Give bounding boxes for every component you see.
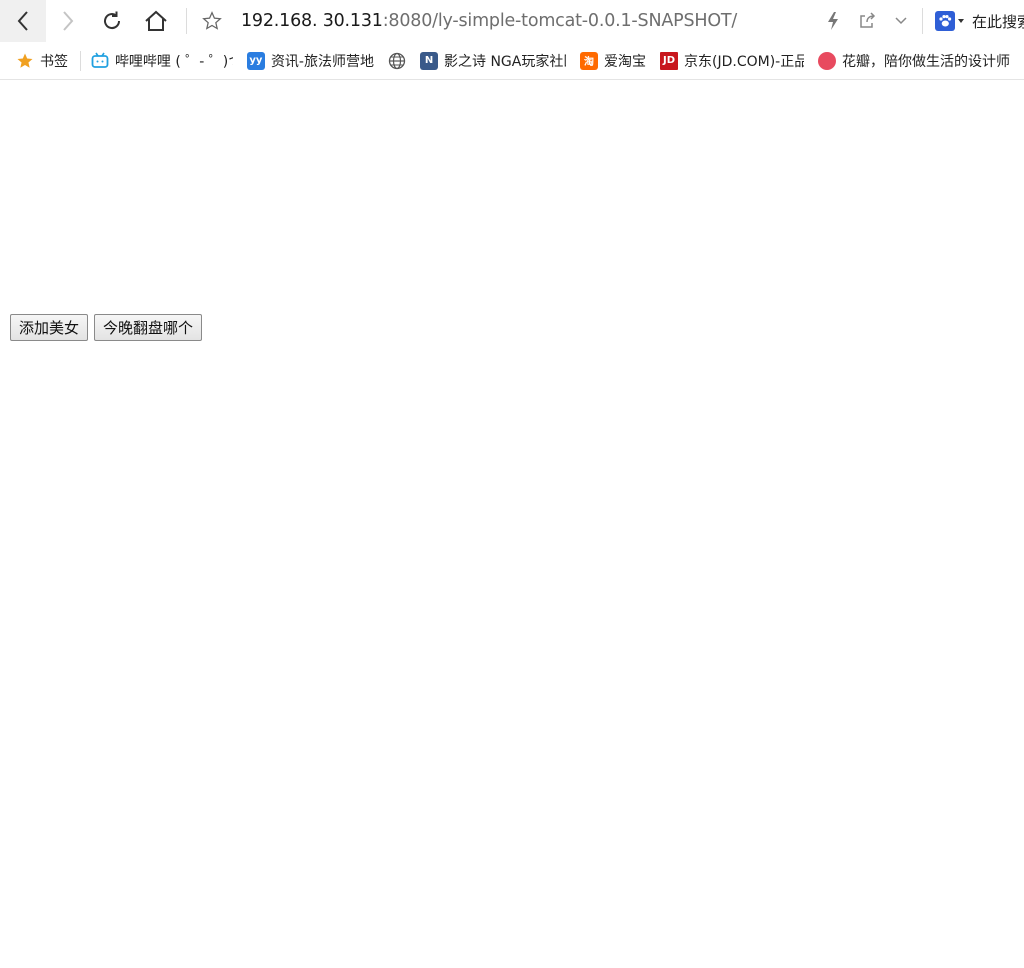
bookmark-label: 影之诗 NGA玩家社区 <box>444 53 566 70</box>
baidu-paw-icon <box>935 11 955 31</box>
chevron-right-icon <box>63 11 74 31</box>
bookmark-label: 花瓣，陪你做生活的设计师 <box>842 53 1010 70</box>
page-content: 添加美女 今晚翻盘哪个 <box>0 81 1024 968</box>
home-icon <box>145 10 167 31</box>
bookmark-globe[interactable] <box>388 52 412 70</box>
caret-down-icon <box>958 19 964 23</box>
bookmark-label: 书签 <box>40 53 68 70</box>
chevron-left-icon <box>17 11 28 31</box>
chevron-down-icon <box>895 17 907 25</box>
camp-icon: yy <box>246 51 265 70</box>
search-input[interactable]: 在此搜索 <box>972 11 1024 32</box>
bookmark-jd[interactable]: JD 京东(JD.COM)-正品低价 <box>660 51 804 71</box>
bookmark-nga[interactable]: N 影之诗 NGA玩家社区 <box>420 51 566 71</box>
share-button[interactable] <box>850 0 884 42</box>
url-host: 192.168. 30.131 <box>241 11 383 31</box>
back-button[interactable] <box>0 0 46 42</box>
bookmark-camp[interactable]: yy 资讯-旅法师营地 <box>246 51 374 71</box>
forward-button[interactable] <box>46 0 90 42</box>
bookmarks-divider <box>80 50 81 71</box>
reload-icon <box>104 11 121 30</box>
share-icon <box>860 12 876 28</box>
address-bar[interactable]: 192.168. 30.131:8080/ly-simple-tomcat-0.… <box>241 11 737 31</box>
toolbar-separator-right <box>922 8 923 34</box>
bookmark-huaban[interactable]: 花瓣，陪你做生活的设计师 <box>818 51 1010 71</box>
pick-tonight-button[interactable]: 今晚翻盘哪个 <box>94 314 203 341</box>
speed-mode-button[interactable] <box>816 0 850 42</box>
toolbar-right: 在此搜索 <box>816 0 1024 42</box>
browser-toolbar: 192.168. 30.131:8080/ly-simple-tomcat-0.… <box>0 0 1024 42</box>
star-outline-icon <box>202 11 222 30</box>
lightning-icon <box>828 12 838 30</box>
bookmark-label: 京东(JD.COM)-正品低价 <box>684 53 804 70</box>
bookmark-bilibili[interactable]: 哔哩哔哩 ( ゜- ゜)つ <box>91 51 233 71</box>
action-buttons: 添加美女 今晚翻盘哪个 <box>10 314 203 341</box>
nga-icon: N <box>420 51 438 70</box>
dropdown-button[interactable] <box>884 0 918 42</box>
bookmark-taobao[interactable]: 淘 爱淘宝 <box>580 51 646 71</box>
home-button[interactable] <box>134 0 178 42</box>
bookmark-label: 爱淘宝 <box>604 53 646 70</box>
bilibili-icon <box>91 52 109 70</box>
bookmarks-bar: 书签 哔哩哔哩 ( ゜- ゜)つ yy 资讯-旅法师营地 N 影之诗 NGA玩家… <box>0 42 1024 80</box>
url-path: :8080/ly-simple-tomcat-0.0.1-SNAPSHOT/ <box>382 11 738 31</box>
bookmark-label: 哔哩哔哩 ( ゜- ゜)つ <box>114 53 233 70</box>
globe-icon <box>388 52 406 70</box>
star-icon <box>16 52 34 70</box>
search-engine-selector[interactable] <box>935 11 964 31</box>
huaban-icon <box>818 51 836 70</box>
bookmark-page-button[interactable] <box>197 0 227 42</box>
toolbar-separator <box>186 8 187 34</box>
bookmark-folder[interactable]: 书签 <box>16 51 68 71</box>
taobao-icon: 淘 <box>580 51 598 70</box>
add-beauty-button[interactable]: 添加美女 <box>10 314 89 341</box>
jd-icon: JD <box>660 51 678 70</box>
reload-button[interactable] <box>90 0 134 42</box>
search-box[interactable]: 在此搜索 <box>935 11 1024 32</box>
bookmark-label: 资讯-旅法师营地 <box>270 53 374 70</box>
